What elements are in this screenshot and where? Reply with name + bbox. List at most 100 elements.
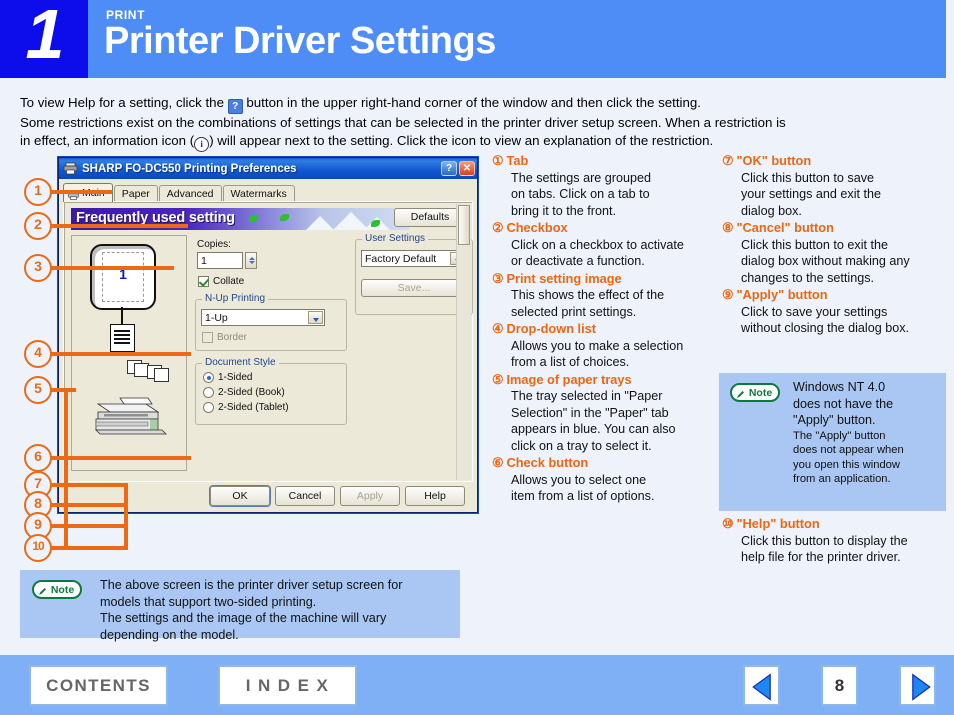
prev-page-button[interactable] <box>743 665 780 706</box>
contents-button[interactable]: CONTENTS <box>29 665 168 706</box>
apply-button[interactable]: Apply <box>340 486 400 506</box>
callout-title-10: "Help" button <box>736 516 820 531</box>
note-body-right: Windows NT 4.0 does not have the "Apply"… <box>793 379 941 487</box>
callout-body-3: This shows the effect of the selected pr… <box>492 287 710 320</box>
callout-heading-6: ⑥ Check button <box>492 455 710 472</box>
nup-dropdown[interactable]: 1-Up <box>201 309 325 326</box>
dialog-close-button[interactable]: ✕ <box>459 161 475 176</box>
callout-num-2: ② <box>492 220 504 235</box>
tab-advanced[interactable]: Advanced <box>158 185 222 202</box>
callout-body-3-l2: selected print settings. <box>511 304 637 319</box>
callout-item-7: ⑦ "OK" button Click this button to save y… <box>722 153 944 219</box>
callout-heading-2: ② Checkbox <box>492 220 710 237</box>
note-right-l1: Windows NT 4.0 <box>793 380 886 394</box>
note-right-l6: you open this window <box>793 458 900 471</box>
note-right-l3: "Apply" button. <box>793 413 876 427</box>
index-button[interactable]: I N D E X <box>218 665 357 706</box>
callout-item-1: ① Tab The settings are grouped on tabs. C… <box>492 153 710 219</box>
callout-body-6-l1: Allows you to select one <box>511 472 647 487</box>
preview-page-inner: 1 <box>102 252 144 302</box>
callout-title-7: "OK" button <box>736 153 812 168</box>
copies-spinner[interactable] <box>245 252 257 269</box>
callout-body-10-l2: help file for the printer driver. <box>741 550 901 564</box>
note-bottom-l3: The settings and the image of the machin… <box>100 611 387 625</box>
intro-line-1b: button in the upper right-hand corner of… <box>246 95 701 110</box>
callout-body-8-l3: changes to the settings. <box>741 270 875 285</box>
docstyle-radio-1sided[interactable] <box>203 372 214 383</box>
callout-title-2: Checkbox <box>506 220 568 235</box>
callout-item-4: ④ Drop-down list Allows you to make a sel… <box>492 321 710 371</box>
intro-line-1: To view Help for a setting, click the ? … <box>20 94 935 114</box>
page-header: 1 PRINT Printer Driver Settings <box>0 0 954 78</box>
help-question-icon: ? <box>227 99 243 114</box>
callout-num-5: ⑤ <box>492 371 504 387</box>
border-checkbox[interactable] <box>202 332 213 343</box>
callout-body-2-l1: Click on a checkbox to activate <box>511 237 684 252</box>
callout-title-6: Check button <box>506 455 589 470</box>
leaf-graphic-2 <box>280 214 289 221</box>
callout-body-9-l2: without closing the dialog box. <box>741 321 910 335</box>
dialog-panel-inner: Frequently used setting Defaults 1 Copie… <box>64 202 473 481</box>
leader-line-9 <box>46 524 128 528</box>
tab-watermarks[interactable]: Watermarks <box>222 185 295 202</box>
callout-body-8: Click this button to exit the dialog box… <box>722 237 944 287</box>
callout-body-5: The tray selected in "Paper Selection" i… <box>492 388 710 454</box>
chapter-number-block: 1 <box>0 0 88 78</box>
chevron-down-icon[interactable] <box>308 311 323 324</box>
user-settings-dropdown[interactable]: Factory Default <box>361 250 467 267</box>
callout-item-2: ② Checkbox Click on a checkbox to activat… <box>492 220 710 270</box>
document-style-label: Document Style <box>202 357 279 368</box>
callout-body-8-l2: dialog box without making any <box>741 254 910 268</box>
page-title: Printer Driver Settings <box>104 20 496 62</box>
nup-printing-label: N-Up Printing <box>202 293 269 304</box>
callout-item-5: ⑤ Image of paper trays The tray selected … <box>492 372 710 455</box>
note-badge-right-label: Note <box>748 387 773 399</box>
docstyle-radio-2sided-tablet[interactable] <box>203 402 214 413</box>
callout-num-10: ⑩ <box>722 516 734 531</box>
tab-paper[interactable]: Paper <box>113 185 158 202</box>
panel-scrollbar-thumb[interactable] <box>458 205 470 245</box>
callout-column-right-tail: ⑩ "Help" button Click this button to disp… <box>722 516 944 567</box>
cancel-button[interactable]: Cancel <box>275 486 335 506</box>
callout-heading-5: ⑤ Image of paper trays <box>492 372 710 389</box>
docstyle-radio-2sided-book[interactable] <box>203 387 214 398</box>
panel-scrollbar[interactable] <box>456 204 471 480</box>
callout-body-5-l3: appears in blue. You can also <box>511 422 676 436</box>
callout-num-1: ① <box>492 153 504 168</box>
collate-checkbox[interactable] <box>198 276 209 287</box>
mountain-graphic-1 <box>306 216 334 230</box>
dialog-help-button[interactable]: ? <box>441 161 457 176</box>
callout-body-10-l1: Click this button to display the <box>741 533 908 548</box>
leader-line-4 <box>46 352 191 356</box>
help-button[interactable]: Help <box>405 486 465 506</box>
note-right-l5: does not appear when <box>793 444 904 456</box>
next-page-button[interactable] <box>899 665 936 706</box>
intro-line-3: in effect, an information icon (i) will … <box>20 132 935 152</box>
callout-num-4: ④ <box>492 321 504 336</box>
prev-arrow-icon <box>752 673 771 701</box>
copies-input[interactable]: 1 <box>197 252 243 269</box>
callout-num-6: ⑥ <box>492 455 504 470</box>
callout-body-7-l1: Click this button to save <box>741 170 874 185</box>
preview-document-icon <box>110 324 135 352</box>
callout-column-middle: ① Tab The settings are grouped on tabs. C… <box>492 153 710 506</box>
image-of-paper-trays[interactable] <box>90 388 168 438</box>
callout-title-1: Tab <box>506 153 529 168</box>
callout-item-8: ⑧ "Cancel" button Click this button to ex… <box>722 220 944 286</box>
note-bottom-l2: models that support two-sided printing. <box>100 594 317 609</box>
callout-body-2: Click on a checkbox to activate or deact… <box>492 237 710 270</box>
note-badge-bottom-label: Note <box>50 584 75 596</box>
dialog-panel: Frequently used setting Defaults 1 Copie… <box>63 201 473 482</box>
ok-button[interactable]: OK <box>210 486 270 506</box>
leader-line-7 <box>46 483 128 487</box>
callout-body-7: Click this button to save your settings … <box>722 170 944 220</box>
printer-icon <box>63 162 78 175</box>
dialog-titlebar[interactable]: SHARP FO-DC550 Printing Preferences ? ✕ <box>59 158 477 179</box>
callout-heading-7: ⑦ "OK" button <box>722 153 944 170</box>
callout-body-9: Click to save your settings without clos… <box>722 304 944 337</box>
leader-line-8 <box>46 503 128 507</box>
leader-line-3 <box>46 266 174 270</box>
callout-body-10: Click this button to display the help fi… <box>722 533 944 566</box>
save-settings-button[interactable]: Save... <box>361 279 467 297</box>
callout-body-5-l4: click on a tray to select it. <box>511 438 652 453</box>
